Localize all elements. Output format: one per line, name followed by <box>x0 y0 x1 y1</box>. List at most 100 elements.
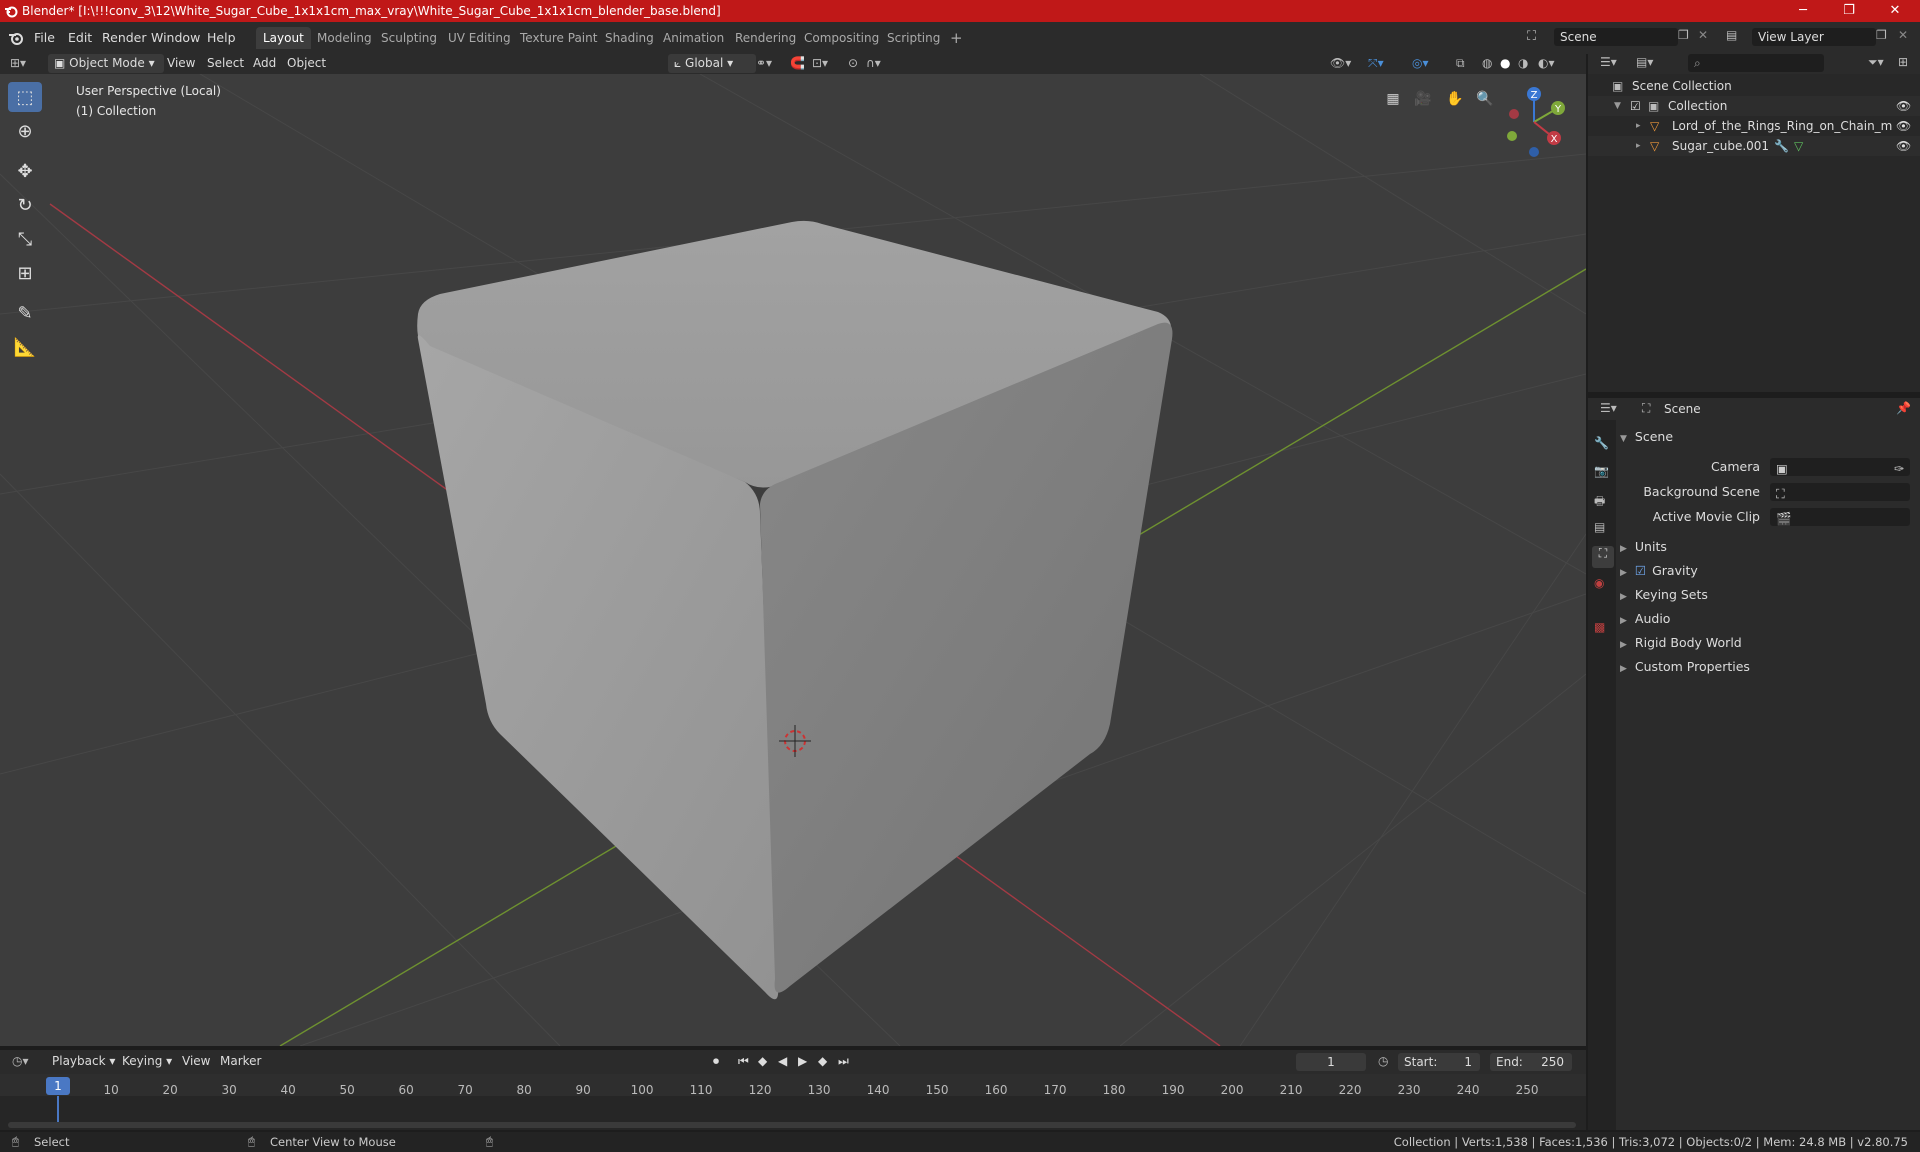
sugar-cube-mesh[interactable] <box>417 220 1173 1000</box>
menu-add[interactable]: Add <box>253 54 276 73</box>
visibility-eye-icon[interactable]: 👁 <box>1896 116 1911 136</box>
menu-window[interactable]: Window <box>151 28 200 48</box>
delete-view-layer-icon[interactable]: ✕ <box>1898 28 1908 42</box>
modifier-wrench-icon[interactable]: 🔧 <box>1774 136 1789 156</box>
play-reverse-icon[interactable]: ◀ <box>778 1052 787 1071</box>
gizmo-toggle-icon[interactable]: ⤧▾ <box>1368 54 1384 73</box>
scene-field[interactable]: Scene <box>1554 28 1678 46</box>
scale-tool[interactable]: ⤡ <box>8 224 42 254</box>
expand-arrow-icon[interactable]: ▸ <box>1636 116 1641 136</box>
keying-sets-panel-header[interactable]: ▶ Keying Sets <box>1620 584 1920 606</box>
background-scene-field[interactable]: ⛶ <box>1770 483 1910 501</box>
material-shading-icon[interactable]: ◑ <box>1518 54 1528 73</box>
menu-object[interactable]: Object <box>287 54 326 73</box>
view-layer-icon[interactable]: ▤ <box>1726 28 1737 42</box>
visibility-icon[interactable]: 👁▾ <box>1330 54 1351 73</box>
move-tool[interactable]: ✥ <box>8 156 42 186</box>
pivot-icon[interactable]: ⚭▾ <box>756 54 772 73</box>
outliner-row-object[interactable]: ▸ ▽ Sugar_cube.001 🔧 ▽ 👁 <box>1588 136 1920 156</box>
tool-tab-icon[interactable]: 🔧 <box>1594 436 1609 450</box>
timeline-scrollbar[interactable] <box>8 1122 1576 1128</box>
toggle-camera-view-icon[interactable]: ▦ <box>1380 86 1406 112</box>
menu-help[interactable]: Help <box>207 28 236 48</box>
output-tab-icon[interactable]: 🖶 <box>1594 492 1605 513</box>
measure-tool[interactable]: 📐 <box>8 332 42 362</box>
tab-shading[interactable]: Shading <box>598 27 661 49</box>
menu-edit[interactable]: Edit <box>68 28 92 48</box>
play-icon[interactable]: ▶ <box>798 1052 807 1071</box>
current-frame-field[interactable]: 1 <box>1296 1053 1366 1071</box>
audio-panel-header[interactable]: ▶ Audio <box>1620 608 1920 630</box>
view-layer-tab-icon[interactable]: ▤ <box>1594 520 1605 534</box>
minimize-button[interactable]: ─ <box>1780 0 1826 22</box>
overlay-toggle-icon[interactable]: ◎▾ <box>1412 54 1429 73</box>
camera-field[interactable]: ▣ ✑ <box>1770 458 1910 476</box>
tab-scripting[interactable]: Scripting <box>880 27 947 49</box>
transform-tool[interactable]: ⊞ <box>8 258 42 288</box>
tab-animation[interactable]: Animation <box>656 27 731 49</box>
menu-render[interactable]: Render <box>102 28 147 48</box>
maximize-button[interactable]: ❐ <box>1826 0 1872 22</box>
add-workspace-button[interactable]: + <box>943 27 970 49</box>
texture-tab-icon[interactable]: ▩ <box>1594 620 1605 634</box>
tab-texture-paint[interactable]: Texture Paint <box>513 27 604 49</box>
cursor-tool[interactable]: ⊕ <box>8 116 42 146</box>
current-frame-marker[interactable]: 1 <box>46 1077 70 1095</box>
expand-arrow-icon[interactable]: ▸ <box>1636 136 1641 156</box>
annotate-tool[interactable]: ✎ <box>8 298 42 328</box>
tab-compositing[interactable]: Compositing <box>797 27 886 49</box>
preview-range-icon[interactable]: ◷ <box>1378 1052 1388 1071</box>
menu-select[interactable]: Select <box>207 54 244 73</box>
pan-view-icon[interactable]: ✋ <box>1442 86 1468 112</box>
record-button-icon[interactable]: ⏺ <box>713 1052 719 1071</box>
outliner-row-scene-collection[interactable]: ▣ Scene Collection <box>1588 76 1920 96</box>
zoom-view-icon[interactable]: 🔍 <box>1472 86 1498 112</box>
menu-view[interactable]: View <box>167 54 195 73</box>
scene-panel-header[interactable]: ▼ Scene <box>1620 426 1920 448</box>
outliner-editor-type-icon[interactable]: ☰▾ <box>1600 55 1617 69</box>
tab-uv-editing[interactable]: UV Editing <box>441 27 518 49</box>
scene-tab-icon[interactable]: ⛶ <box>1592 546 1614 568</box>
active-movie-clip-field[interactable]: 🎬 <box>1770 508 1910 526</box>
tab-sculpting[interactable]: Sculpting <box>374 27 444 49</box>
timeline-view-menu[interactable]: View <box>182 1052 210 1071</box>
rotate-tool[interactable]: ↻ <box>8 190 42 220</box>
keying-menu[interactable]: Keying ▾ <box>122 1052 172 1071</box>
camera-view-icon[interactable]: 🎥 <box>1410 86 1436 112</box>
solid-shading-icon[interactable]: ● <box>1500 54 1510 73</box>
playback-menu[interactable]: Playback ▾ <box>52 1052 115 1071</box>
new-scene-icon[interactable]: ❐ <box>1678 28 1689 42</box>
world-tab-icon[interactable]: ◉ <box>1594 576 1604 590</box>
editor-type-icon[interactable]: ⊞▾ <box>10 54 26 73</box>
navigation-gizmo[interactable]: Z Y X <box>1498 86 1570 158</box>
tab-modeling[interactable]: Modeling <box>310 27 379 49</box>
orientation-dropdown[interactable]: ⟀ Global ▾ <box>668 54 756 73</box>
next-keyframe-icon[interactable]: ◆ <box>818 1052 827 1071</box>
mode-dropdown[interactable]: ▣ Object Mode ▾ <box>48 54 164 73</box>
end-frame-field[interactable]: End: 250 <box>1490 1053 1572 1071</box>
tab-rendering[interactable]: Rendering <box>728 27 803 49</box>
prev-keyframe-icon[interactable]: ◆ <box>758 1052 767 1071</box>
menu-file[interactable]: File <box>34 28 55 48</box>
falloff-icon[interactable]: ∩▾ <box>866 54 881 73</box>
rigid-body-world-panel-header[interactable]: ▶ Rigid Body World <box>1620 632 1920 654</box>
gravity-panel-header[interactable]: ▶ ☑ Gravity <box>1620 560 1920 582</box>
start-frame-field[interactable]: Start: 1 <box>1398 1053 1480 1071</box>
view-layer-field[interactable]: View Layer <box>1752 28 1876 46</box>
delete-scene-icon[interactable]: ✕ <box>1698 28 1708 42</box>
outliner-search-input[interactable]: ⌕ <box>1688 54 1824 72</box>
visibility-eye-icon[interactable]: 👁 <box>1896 96 1911 116</box>
outliner-row-object[interactable]: ▸ ▽ Lord_of_the_Rings_Ring_on_Chain_max_… <box>1588 116 1920 136</box>
3d-viewport[interactable]: User Perspective (Local) (1) Collection … <box>0 74 1586 1046</box>
properties-editor-type-icon[interactable]: ☰▾ <box>1600 401 1617 415</box>
tab-layout[interactable]: Layout <box>256 27 311 49</box>
render-tab-icon[interactable]: 📷 <box>1594 464 1609 478</box>
snap-icon[interactable]: 🧲 <box>790 54 805 73</box>
wireframe-shading-icon[interactable]: ◍ <box>1482 54 1492 73</box>
jump-end-icon[interactable]: ⏭ <box>838 1052 849 1071</box>
proportional-edit-icon[interactable]: ⊙ <box>848 54 858 73</box>
filter-icon[interactable]: ⏷▾ <box>1868 55 1884 70</box>
new-collection-icon[interactable]: ⊞ <box>1898 55 1908 69</box>
eyedropper-icon[interactable]: ✑ <box>1894 458 1904 480</box>
close-button[interactable]: ✕ <box>1872 0 1918 22</box>
